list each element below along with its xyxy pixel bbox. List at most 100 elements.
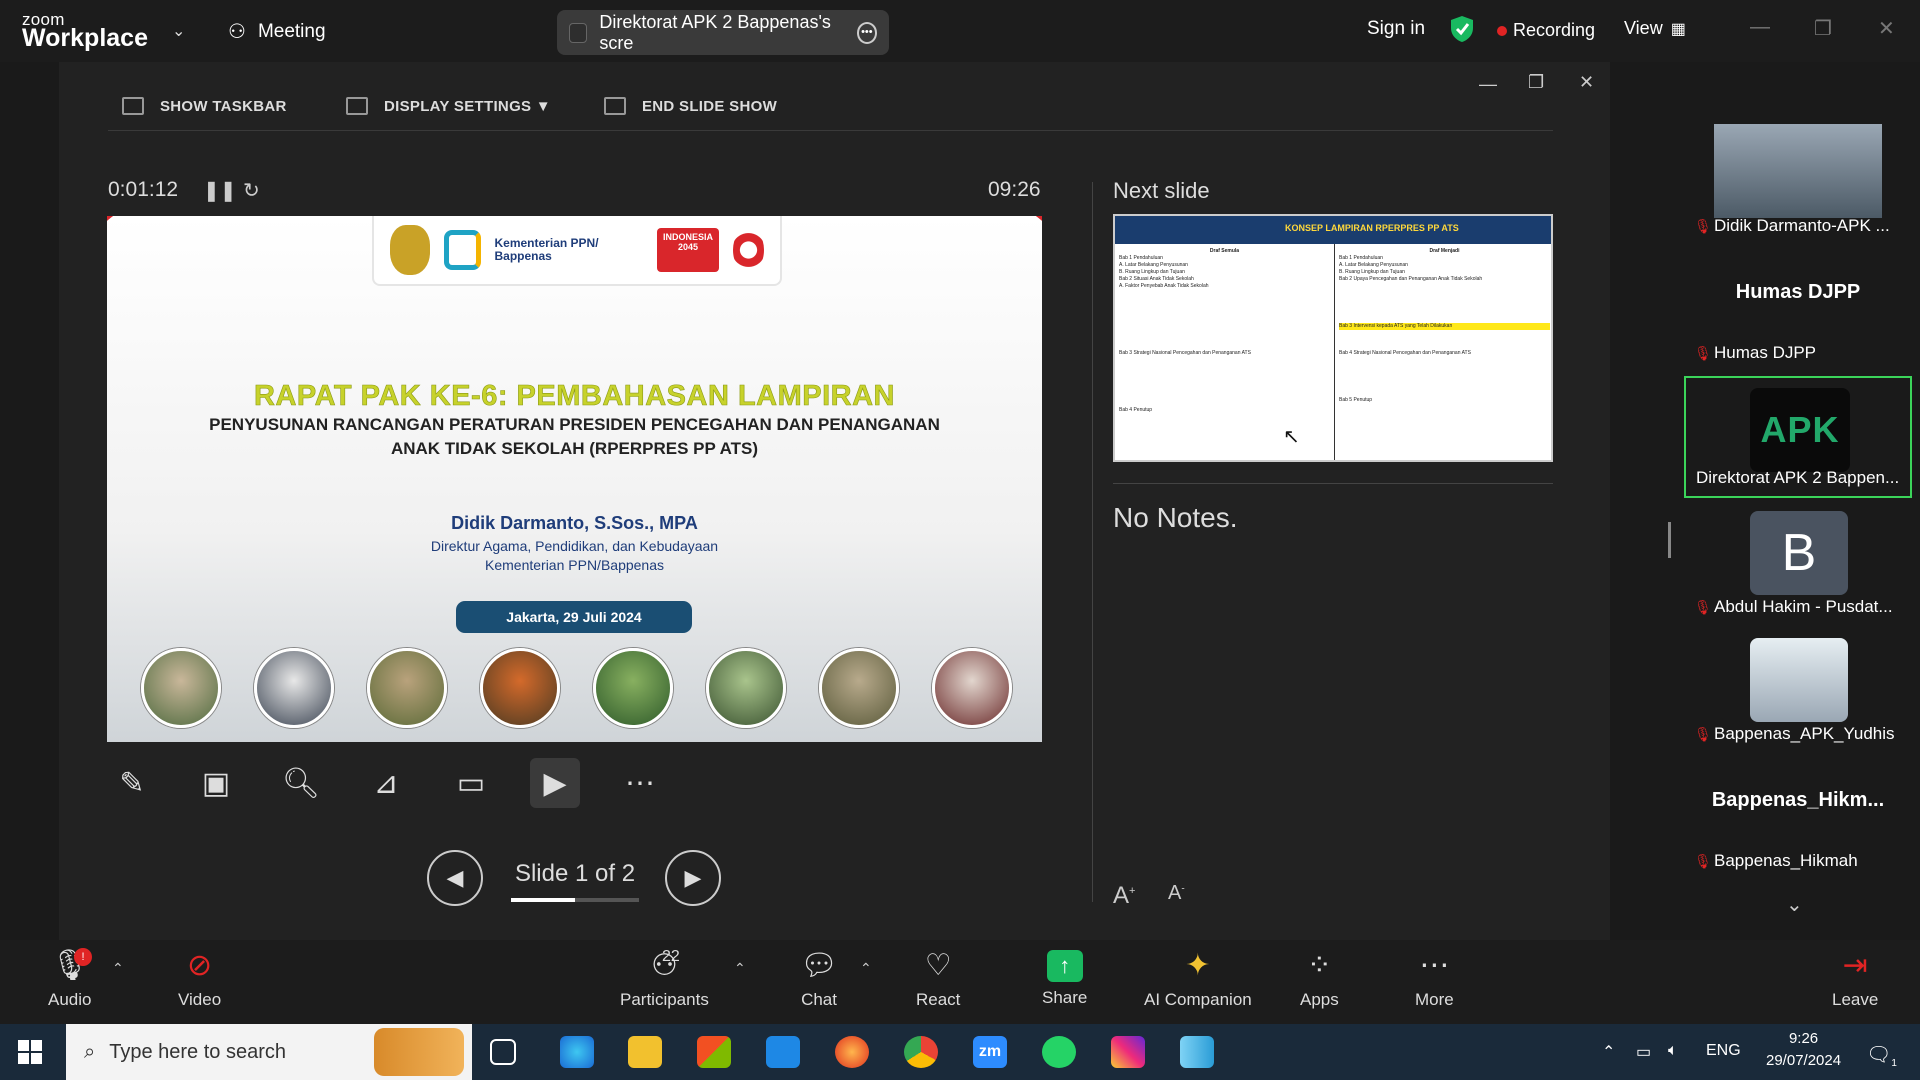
show-taskbar-label: SHOW TASKBAR [160, 97, 287, 115]
col-line: Bab 3 Intervensi kepada ATS yang Telah D… [1339, 323, 1550, 330]
end-show-icon [604, 97, 626, 115]
presenter-restore-icon[interactable]: ❐ [1528, 72, 1544, 93]
zoom-slide-icon[interactable]: 🔍︎ [276, 758, 326, 808]
slide-counter[interactable]: Slide 1 of 2 [505, 860, 645, 888]
more-options-circle-icon[interactable]: ⋯ [615, 758, 665, 808]
sparkle-icon: ✦ [1185, 949, 1211, 982]
chevron-down-icon[interactable]: ⌄ [172, 21, 185, 41]
chrome-icon[interactable] [904, 1036, 938, 1068]
presenter-minimize-icon[interactable]: — [1479, 74, 1497, 95]
apps-button[interactable]: ⁘ Apps [1300, 950, 1339, 1010]
minimize-window-icon[interactable]: — [1750, 16, 1770, 39]
mail-icon[interactable] [766, 1036, 800, 1068]
gallery-resize-handle[interactable] [1668, 522, 1671, 558]
language-indicator[interactable]: ENG [1706, 1042, 1741, 1060]
col-line: B. Ruang Lingkup dan Tujuan [1339, 269, 1405, 275]
participants-options-caret-icon[interactable]: ⌃ [734, 960, 746, 977]
current-slide[interactable]: Kementerian PPN/ Bappenas INDONESIA 2045… [107, 216, 1042, 742]
next-slide-label: Next slide [1113, 178, 1210, 203]
windows-taskbar: ⌕ Type here to search zm ⌃ ▭ 🔈︎ ENG 9:26… [0, 1024, 1920, 1080]
more-options-icon[interactable]: ••• [856, 21, 878, 44]
participant-display-name: Bappenas_Hikm... [1711, 789, 1885, 811]
col-line: Bab 3 Strategi Nasional Pencegahan dan P… [1119, 350, 1251, 356]
windows-start-icon[interactable] [18, 1040, 42, 1064]
display-settings-icon [346, 97, 368, 115]
chat-options-caret-icon[interactable]: ⌃ [860, 960, 872, 977]
presenter-close-icon[interactable]: ✕ [1579, 72, 1594, 93]
slide-photo-1 [141, 648, 221, 728]
recording-indicator[interactable]: Recording [1497, 20, 1595, 41]
previous-slide-button[interactable]: ◀ [427, 850, 483, 906]
view-button[interactable]: View ▦ [1624, 18, 1686, 39]
video-button[interactable]: ⊘ Video [178, 950, 221, 1010]
more-button[interactable]: ⋯ More [1415, 950, 1454, 1010]
network-icon[interactable]: ▭ [1636, 1042, 1651, 1062]
tray-overflow-icon[interactable]: ⌃ [1602, 1042, 1615, 1062]
instagram-icon[interactable] [1111, 1036, 1145, 1068]
volume-icon[interactable]: 🔈︎ [1668, 1042, 1678, 1060]
task-view-icon[interactable] [490, 1039, 516, 1065]
decrease-font-icon[interactable]: A- [1168, 882, 1185, 905]
participants-button[interactable]: ⚇ 22 Participants [620, 948, 709, 1010]
previous-arrow-icon: ◀ [446, 865, 464, 890]
next-slide-thumbnail[interactable]: KONSEP LAMPIRAN RPERPRES PP ATS Draf Sem… [1113, 214, 1553, 462]
show-taskbar-button[interactable]: SHOW TASKBAR [122, 97, 287, 115]
notifications-icon[interactable]: 🗨︎1 [1866, 1042, 1897, 1069]
whatsapp-icon[interactable] [1042, 1036, 1076, 1068]
microsoft-store-icon[interactable] [697, 1036, 731, 1068]
next-slide-button[interactable]: ▶ [665, 850, 721, 906]
see-all-slides-icon[interactable]: ▣ [191, 758, 241, 808]
restart-timer-icon[interactable]: ↻ [243, 178, 260, 203]
slide-photo-5 [593, 648, 673, 728]
video-label: Video [178, 990, 222, 1009]
notepad-icon[interactable] [1180, 1036, 1214, 1068]
end-slide-show-button[interactable]: END SLIDE SHOW [604, 97, 777, 115]
view-label: View [1624, 18, 1663, 38]
taskbar-search-box[interactable]: ⌕ Type here to search [66, 1024, 472, 1080]
file-explorer-icon[interactable] [628, 1036, 662, 1068]
pen-tool-icon[interactable]: ✎ [107, 758, 157, 808]
meeting-menu[interactable]: ⚇ Meeting [228, 19, 326, 44]
react-button[interactable]: ♡ React [916, 950, 960, 1010]
shield-check-icon[interactable] [1450, 15, 1474, 43]
col-line: A. Faktor Penyebab Anak Tidak Sekolah [1119, 283, 1209, 289]
audio-warning-badge: ! [74, 948, 92, 966]
participant-name: 🎙︎ Bappenas_APK_Yudhis [1694, 724, 1895, 744]
taskbar-clock[interactable]: 9:26 29/07/2024 [1766, 1028, 1841, 1072]
end-slide-show-label: END SLIDE SHOW [642, 97, 778, 115]
gallery-scroll-down-icon[interactable]: ⌄ [1786, 892, 1803, 917]
slide-progress-fill [511, 898, 575, 902]
audio-button[interactable]: 🎙︎ ! Audio [48, 948, 92, 1010]
mouse-cursor-icon: ↖ [1283, 426, 1300, 448]
participant-tile[interactable]: B 🎙︎ Abdul Hakim - Pusdat... [1684, 503, 1912, 625]
subtitles-icon[interactable]: ▭ [446, 758, 496, 808]
audio-options-caret-icon[interactable]: ⌃ [112, 960, 124, 977]
black-screen-icon[interactable]: ⊿ [361, 758, 411, 808]
chat-button[interactable]: 💬︎ Chat [800, 950, 838, 1010]
display-settings-button[interactable]: DISPLAY SETTINGS ▼ [346, 97, 551, 115]
share-button[interactable]: ↑ Share [1042, 950, 1087, 1008]
ai-companion-button[interactable]: ✦ AI Companion [1144, 950, 1252, 1010]
participant-tile[interactable]: 🎙︎ Didik Darmanto-APK ... [1684, 122, 1912, 244]
screen-share-pill[interactable]: Direktorat APK 2 Bappenas's scre ••• [557, 10, 889, 55]
sign-in-button[interactable]: Sign in [1367, 18, 1425, 40]
slide-photo-2 [254, 648, 334, 728]
participant-tile-active-speaker[interactable]: APK Direktorat APK 2 Bappen... [1684, 376, 1912, 498]
pause-timer-icon[interactable]: ❚❚ [203, 178, 237, 203]
participant-name: 🎙︎ Abdul Hakim - Pusdat... [1694, 597, 1893, 617]
increase-font-icon[interactable]: A+ [1113, 882, 1135, 910]
firefox-icon[interactable] [835, 1036, 869, 1068]
participant-tile[interactable]: Bappenas_Hikm... 🎙︎ Bappenas_Hikmah [1684, 757, 1912, 879]
close-window-icon[interactable]: ✕ [1878, 16, 1895, 41]
participant-tile[interactable]: Humas DJPP 🎙︎ Humas DJPP [1684, 249, 1912, 371]
leave-button[interactable]: ⇥ Leave [1832, 950, 1878, 1010]
slide-date-badge: Jakarta, 29 Juli 2024 [456, 601, 692, 633]
participant-name: 🎙︎ Bappenas_Hikmah [1694, 851, 1858, 871]
maximize-window-icon[interactable]: ❐ [1814, 16, 1832, 41]
slide-photo-3 [367, 648, 447, 728]
camera-toggle-icon[interactable]: ▶ [530, 758, 580, 808]
zoom-app-icon[interactable]: zm [973, 1036, 1007, 1068]
video-off-icon: ⊘ [187, 949, 213, 982]
participant-tile[interactable]: 🎙︎ Bappenas_APK_Yudhis [1684, 630, 1912, 752]
edge-browser-icon[interactable] [560, 1036, 594, 1068]
